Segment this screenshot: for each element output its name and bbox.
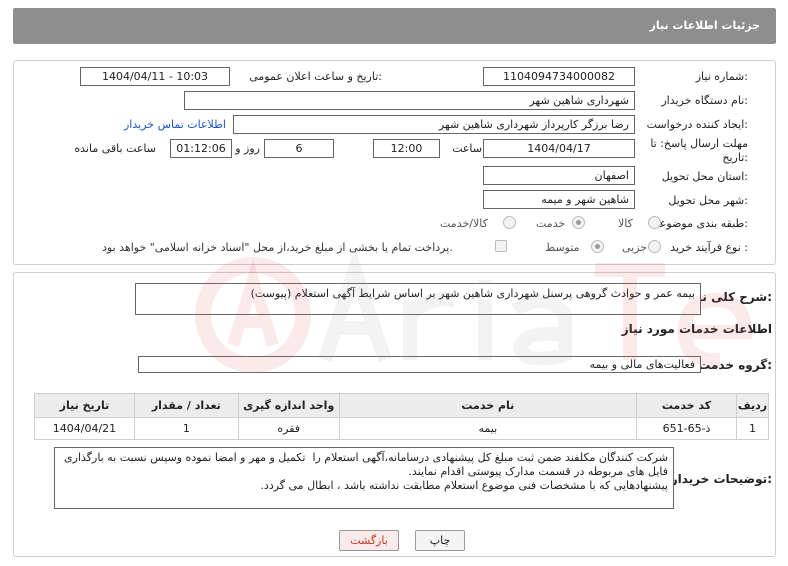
table-header-row: تاریخ نیاز تعداد / مقدار واحد اندازه گیر… xyxy=(34,393,770,418)
cell-unit: فقره xyxy=(237,417,340,440)
buyer-notes-text: شرکت کنندگان مکلفند ضمن ثبت مبلغ کل پیشن… xyxy=(54,447,674,509)
category-service-radio[interactable] xyxy=(572,216,585,229)
deadline-date-label: تاریخ: xyxy=(722,151,748,164)
category-service-label: خدمت xyxy=(536,217,566,230)
cell-service-name: بیمه xyxy=(338,417,638,440)
days-label: روز و xyxy=(235,142,260,155)
province-field: اصفهان xyxy=(483,166,635,185)
announce-date-label: تاریخ و ساعت اعلان عمومی: xyxy=(249,70,382,83)
process-type-label: نوع فرآیند خرید : xyxy=(670,241,748,254)
col-row: ردیف xyxy=(735,393,770,418)
remaining-time-field: 01:12:06 xyxy=(170,139,232,158)
buyer-contact-link[interactable]: اطلاعات تماس خریدار xyxy=(124,118,226,131)
creator-field: رضا برزگر کارپرداز شهرداری شاهین شهر xyxy=(233,115,635,134)
process-minor-radio[interactable] xyxy=(648,240,661,253)
service-group-label: گروه خدمت: xyxy=(698,358,772,372)
category-goods-label: کالا xyxy=(618,217,633,230)
process-medium-radio[interactable] xyxy=(591,240,604,253)
category-goods-service-radio[interactable] xyxy=(503,216,516,229)
creator-label: ایجاد کننده درخواست: xyxy=(646,118,748,131)
remaining-time-label: ساعت باقی مانده xyxy=(74,142,156,155)
deadline-time-label: ساعت xyxy=(452,142,482,155)
table-row: 1404/04/21 1 فقره بیمه ذ-65-651 1 xyxy=(34,417,770,440)
back-button[interactable]: بازگشت xyxy=(339,530,399,551)
services-section-title: اطلاعات خدمات مورد نیاز xyxy=(621,322,772,336)
page-title: جزئیات اطلاعات نیاز xyxy=(649,19,761,32)
buyer-notes-label: توضیحات خریدار: xyxy=(670,472,772,486)
days-field: 6 xyxy=(264,139,334,158)
deadline-time-field: 12:00 xyxy=(373,139,440,158)
summary-text: بیمه عمر و حوادث گروهی پرسنل شهرداری شاه… xyxy=(135,283,701,315)
cell-quantity: 1 xyxy=(133,417,239,440)
province-label: استان محل تحویل: xyxy=(661,170,748,183)
buyer-org-field: شهرداری شاهین شهر xyxy=(184,91,635,110)
category-goods-service-label: کالا/خدمت xyxy=(440,217,488,230)
category-goods-radio[interactable] xyxy=(648,216,661,229)
treasury-payment-checkbox[interactable] xyxy=(495,240,507,252)
cell-service-code: ذ-65-651 xyxy=(636,417,737,440)
announce-date-field: 1404/04/11 - 10:03 xyxy=(80,67,230,86)
deadline-label: مهلت ارسال پاسخ: تا xyxy=(650,137,748,150)
city-label: شهر محل تحویل: xyxy=(668,194,748,207)
need-number-field: 1104094734000082 xyxy=(483,67,635,86)
treasury-payment-note: پرداخت تمام یا بخشی از مبلغ خرید،از محل … xyxy=(102,241,453,254)
process-medium-label: متوسط xyxy=(545,241,580,254)
page-header: جزئیات اطلاعات نیاز xyxy=(13,8,776,44)
cell-row: 1 xyxy=(735,417,770,440)
print-button[interactable]: چاپ xyxy=(415,530,465,551)
col-date: تاریخ نیاز xyxy=(34,393,135,418)
col-service-code: کد خدمت xyxy=(636,393,737,418)
cell-date: 1404/04/21 xyxy=(34,417,135,440)
services-table: تاریخ نیاز تعداد / مقدار واحد اندازه گیر… xyxy=(34,393,770,440)
col-service-name: نام خدمت xyxy=(338,393,638,418)
col-unit: واحد اندازه گیری xyxy=(237,393,340,418)
need-number-label: شماره نیاز: xyxy=(695,70,748,83)
deadline-date-field: 1404/04/17 xyxy=(483,139,635,158)
col-quantity: تعداد / مقدار xyxy=(133,393,239,418)
city-field: شاهین شهر و میمه xyxy=(483,190,635,209)
service-group-field: فعالیت‌های مالی و بیمه xyxy=(138,356,701,373)
buyer-org-label: نام دستگاه خریدار: xyxy=(661,94,748,107)
category-label: طبقه بندی موضوعی: xyxy=(650,217,748,230)
process-minor-label: جزیی xyxy=(622,241,648,254)
